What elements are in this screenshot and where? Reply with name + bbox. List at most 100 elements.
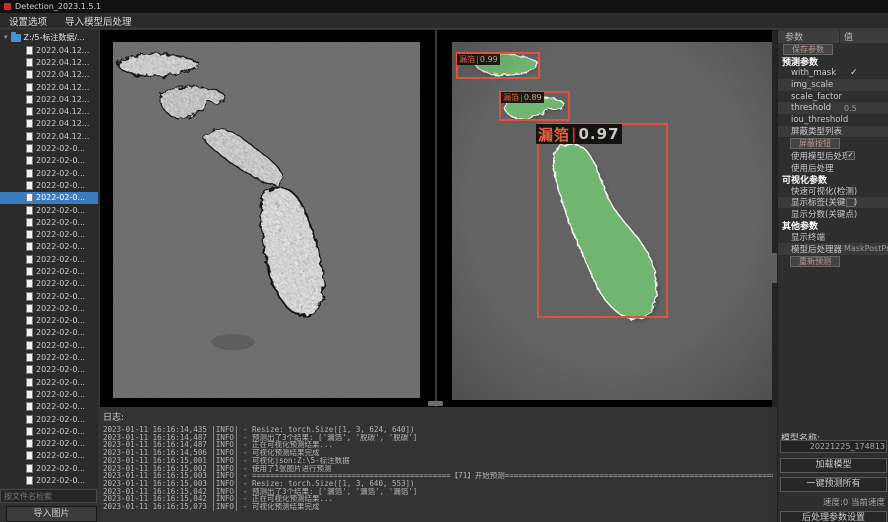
- predict-all-button[interactable]: 一键预测所有: [780, 477, 887, 492]
- param-rows: 保存参数预测参数with_mask✓img_scalescale_factort…: [778, 43, 888, 268]
- tree-file-item[interactable]: 2022.04.12...: [0, 81, 98, 93]
- param-label: with_mask: [778, 68, 836, 78]
- tree-file-item[interactable]: 2022-02-0: [0, 487, 98, 488]
- checkmark-icon: ✓: [850, 68, 858, 79]
- tree-file-item[interactable]: 2022-02-0...: [0, 155, 98, 167]
- param-label: 其他参数: [778, 219, 818, 232]
- param-row[interactable]: 显示分数(关键点): [778, 208, 888, 220]
- param-row[interactable]: 使用后处理: [778, 162, 888, 174]
- tree-file-item[interactable]: 2022-02-0...: [0, 241, 98, 253]
- file-icon: [26, 267, 33, 276]
- file-icon: [26, 181, 33, 190]
- tree-file-item[interactable]: 2022.04.12...: [0, 118, 98, 130]
- tree-file-item[interactable]: 2022.04.12...: [0, 105, 98, 117]
- param-section-header[interactable]: 可视化参数: [778, 173, 888, 185]
- tree-file-item[interactable]: 2022-02-0...: [0, 376, 98, 388]
- tree-file-label: 2022.04.12...: [36, 70, 89, 79]
- tree-file-item[interactable]: 2022-02-0...: [0, 351, 98, 363]
- tree-file-item[interactable]: 2022-02-0...: [0, 302, 98, 314]
- tree-file-item[interactable]: 2022.04.12...: [0, 56, 98, 68]
- tree-file-item[interactable]: 2022-02-0...: [0, 474, 98, 486]
- tree-file-item[interactable]: 2022-02-0...: [0, 167, 98, 179]
- tree-file-item[interactable]: 2022-02-0...: [0, 216, 98, 228]
- detection-box: [537, 123, 668, 318]
- label-divider: |: [571, 125, 577, 143]
- detection-overlay: 漏箔|0.99漏箔|0.89漏箔|0.97: [452, 42, 772, 400]
- param-row[interactable]: scale_factor: [778, 91, 888, 103]
- tree-file-item[interactable]: 2022.04.12...: [0, 69, 98, 81]
- param-row[interactable]: 显示标签(关键点): [778, 197, 888, 209]
- tree-file-item[interactable]: 2022-02-0...: [0, 425, 98, 437]
- tree-file-item[interactable]: 2022-02-0...: [0, 401, 98, 413]
- tree-file-item[interactable]: 2022-02-0...: [0, 142, 98, 154]
- tree-file-label: 2022-02-0...: [36, 230, 85, 239]
- param-section-header[interactable]: 其他参数: [778, 220, 888, 232]
- tree-file-item[interactable]: 2022-02-0...: [0, 450, 98, 462]
- tree-file-item[interactable]: 2022-02-0...: [0, 438, 98, 450]
- tree-file-item[interactable]: 2022-02-0...: [0, 192, 98, 204]
- tree-file-item[interactable]: 2022-02-0...: [0, 228, 98, 240]
- model-name-field[interactable]: 20221225_174813: [780, 440, 887, 453]
- chevron-down-icon[interactable]: ▾: [4, 33, 8, 41]
- post-process-settings-button[interactable]: 后处理参数设置: [780, 511, 887, 522]
- tree-root-node[interactable]: ▾ Z:/5-标注数据/...: [0, 30, 98, 44]
- param-row[interactable]: 使用模型后处理✓: [778, 150, 888, 162]
- tree-file-item[interactable]: 2022-02-0...: [0, 339, 98, 351]
- checkbox-empty[interactable]: [846, 198, 855, 207]
- tree-file-label: 2022-02-0...: [36, 156, 85, 165]
- file-icon: [26, 304, 33, 313]
- tree-file-label: 2022.04.12...: [36, 119, 89, 128]
- load-model-button[interactable]: 加载模型: [780, 458, 887, 473]
- param-row[interactable]: 快速可视化(检测): [778, 185, 888, 197]
- param-row[interactable]: 模型后处理器MaskPostPro: [778, 243, 888, 255]
- log-line: 2023-01-11 16:16:14,506 |INFO| - 可视化预测结果…: [100, 449, 773, 457]
- param-table-header: 参数 值: [778, 30, 888, 43]
- tree-file-item[interactable]: 2022-02-0...: [0, 413, 98, 425]
- tree-file-item[interactable]: 2022-02-0...: [0, 204, 98, 216]
- param-row[interactable]: threshold0.5: [778, 102, 888, 114]
- tree-file-item[interactable]: 2022-02-0...: [0, 290, 98, 302]
- tree-file-label: 2022-02-0...: [36, 169, 85, 178]
- tree-file-item[interactable]: 2022-02-0...: [0, 278, 98, 290]
- param-button[interactable]: 保存参数: [783, 44, 833, 55]
- tree-file-item[interactable]: 2022-02-0...: [0, 462, 98, 474]
- param-row[interactable]: with_mask ✓: [778, 68, 888, 80]
- menu-item-1[interactable]: 导入模型后处理: [56, 14, 141, 28]
- search-input[interactable]: [0, 489, 97, 503]
- param-button[interactable]: 重新预测: [790, 256, 840, 267]
- tree-file-label: 2022-02-0...: [36, 279, 85, 288]
- file-icon: [26, 206, 33, 215]
- param-row[interactable]: 显示终端: [778, 231, 888, 243]
- tree-file-item[interactable]: 2022-02-0...: [0, 327, 98, 339]
- param-label: iou_threshold: [778, 115, 848, 125]
- file-icon: [26, 427, 33, 436]
- tree-file-item[interactable]: 2022-02-0...: [0, 253, 98, 265]
- param-row[interactable]: 屏蔽类型列表: [778, 126, 888, 138]
- param-button[interactable]: 屏蔽按钮: [790, 138, 840, 149]
- tree-file-item[interactable]: 2022-02-0...: [0, 179, 98, 191]
- tree-file-item[interactable]: 2022-02-0...: [0, 315, 98, 327]
- splitter-handle[interactable]: [428, 401, 443, 406]
- tree-file-item[interactable]: 2022-02-0...: [0, 388, 98, 400]
- param-label: 快速可视化(检测): [778, 185, 857, 197]
- param-label: 使用模型后处理: [778, 150, 851, 162]
- tree-file-item[interactable]: 2022-02-0...: [0, 265, 98, 277]
- tree-file-item[interactable]: 2022.04.12...: [0, 130, 98, 142]
- tree-file-label: 2022-02-0...: [36, 415, 85, 424]
- param-row[interactable]: iou_threshold: [778, 114, 888, 126]
- tree-file-label: 2022-02-0...: [36, 341, 85, 350]
- tree-file-label: 2022.04.12...: [36, 132, 89, 141]
- param-section-header[interactable]: 预测参数: [778, 56, 888, 68]
- param-row[interactable]: img_scale: [778, 79, 888, 91]
- detection-label: 漏箔|0.89: [501, 92, 544, 103]
- tree-file-item[interactable]: 2022-02-0...: [0, 364, 98, 376]
- param-column-header: 参数: [778, 30, 840, 43]
- tree-file-item[interactable]: 2022.04.12...: [0, 44, 98, 56]
- tree-file-label: 2022-02-0...: [36, 476, 85, 485]
- import-images-button[interactable]: 导入图片: [6, 506, 97, 522]
- checkbox-checked[interactable]: ✓: [846, 151, 855, 160]
- tree-file-label: 2022.04.12...: [36, 58, 89, 67]
- file-icon: [26, 95, 33, 104]
- menu-item-0[interactable]: 设置选项: [0, 14, 56, 28]
- tree-file-item[interactable]: 2022.04.12...: [0, 93, 98, 105]
